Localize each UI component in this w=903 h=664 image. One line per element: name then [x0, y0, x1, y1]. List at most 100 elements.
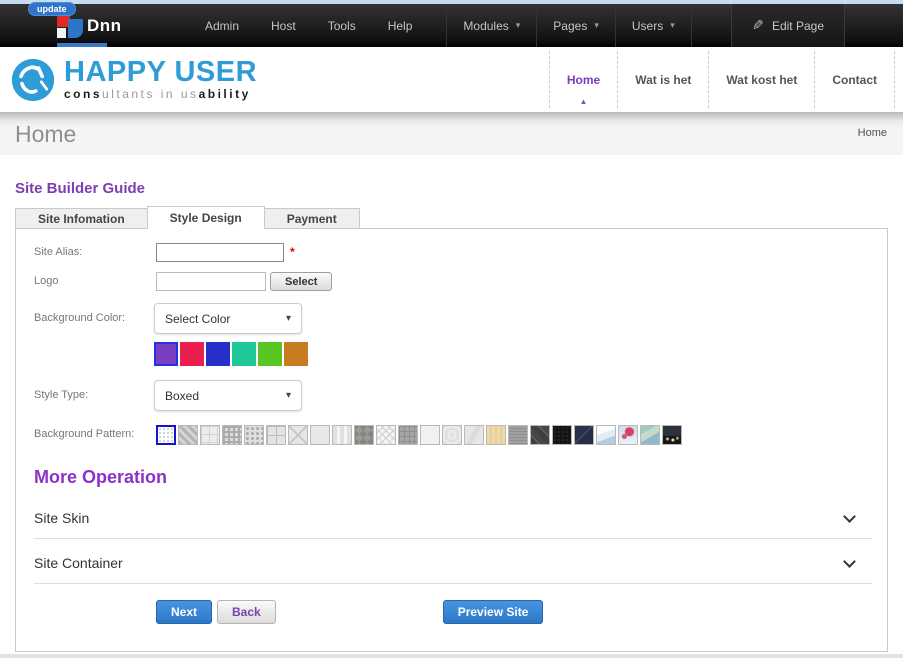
background-color-label: Background Color: [34, 303, 156, 324]
more-operation-title: More Operation [34, 467, 872, 488]
logo-input[interactable] [156, 272, 266, 291]
wizard-panel: Site Alias: * Logo Select Background Col… [15, 228, 888, 652]
admin-menu-item[interactable]: Admin [189, 19, 255, 33]
tab[interactable]: Payment [265, 208, 360, 229]
active-tab-arrow-icon: ▲ [580, 97, 588, 106]
site-alias-row: Site Alias: * [34, 243, 872, 262]
accordion-section[interactable]: Site Container [34, 539, 872, 584]
happy-user-logo[interactable]: HAPPY USER consultants in usability [0, 47, 257, 112]
admin-menu-item[interactable]: Host [255, 19, 312, 33]
nav-item-label: Wat is het [635, 73, 691, 87]
caret-down-icon: ▾ [670, 20, 675, 31]
edit-page-button[interactable]: ✎ Edit Page [731, 4, 845, 47]
nav-item[interactable]: Home ▲ [549, 51, 617, 108]
pattern-tile[interactable] [640, 425, 660, 445]
admin-bar-spacer [692, 4, 731, 47]
nav-item-label: Wat kost het [726, 73, 797, 87]
admin-menu-item[interactable]: Tools [312, 19, 372, 33]
pattern-tile[interactable] [354, 425, 374, 445]
style-type-row: Style Type: Boxed ▾ [34, 380, 872, 411]
logo-select-button[interactable]: Select [270, 272, 332, 291]
breadcrumb[interactable]: Home [858, 127, 887, 139]
pattern-tile[interactable] [178, 425, 198, 445]
pattern-tile[interactable] [574, 425, 594, 445]
color-swatch[interactable] [206, 342, 230, 366]
tab[interactable]: Style Design [147, 206, 265, 229]
caret-down-icon: ▾ [286, 390, 291, 401]
caret-down-icon: ▾ [594, 20, 599, 31]
brand-tagline: consultants in usability [64, 87, 257, 101]
pattern-tile[interactable] [420, 425, 440, 445]
tagline-bold-end: ability [199, 87, 251, 101]
admin-menu-item[interactable]: Help [372, 19, 429, 33]
pattern-tile[interactable] [552, 425, 572, 445]
nav-item[interactable]: Wat kost het [708, 51, 814, 108]
pattern-tile[interactable] [508, 425, 528, 445]
admin-dropdown-label: Pages [553, 19, 587, 33]
admin-dropdown-item[interactable]: Modules ▾ [447, 4, 537, 47]
main-content: Site Builder Guide Site InfomationStyle … [0, 155, 903, 664]
wizard-title: Site Builder Guide [15, 180, 903, 198]
chevron-down-icon [843, 510, 856, 523]
pattern-tile[interactable] [156, 425, 176, 445]
admin-dropdown-label: Users [632, 19, 663, 33]
accordion-section[interactable]: Site Skin [34, 494, 872, 539]
color-swatch[interactable] [258, 342, 282, 366]
caret-down-icon: ▾ [516, 20, 521, 31]
color-swatch[interactable] [284, 342, 308, 366]
pattern-tile[interactable] [596, 425, 616, 445]
tagline-middle: ultants in us [102, 87, 199, 101]
pattern-tile[interactable] [486, 425, 506, 445]
admin-dropdown-item[interactable]: Pages ▾ [537, 4, 616, 47]
site-header: HAPPY USER consultants in usability Home… [0, 47, 903, 112]
admin-control-bar: update Dnn AdminHostToolsHelp Modules ▾ … [0, 4, 903, 48]
pattern-tile[interactable] [530, 425, 550, 445]
pattern-tile[interactable] [332, 425, 352, 445]
pattern-tile[interactable] [662, 425, 682, 445]
nav-item[interactable]: Contact [814, 51, 895, 108]
pattern-tile[interactable] [310, 425, 330, 445]
background-color-row: Background Color: Select Color ▾ [34, 303, 872, 334]
dnn-logo-text: Dnn [87, 16, 122, 36]
logo-row: Logo Select [34, 272, 872, 291]
update-badge[interactable]: update [28, 2, 76, 16]
pattern-tile[interactable] [442, 425, 462, 445]
pattern-tile[interactable] [464, 425, 484, 445]
pattern-tile[interactable] [288, 425, 308, 445]
page-title: Home [15, 121, 76, 148]
logo-label: Logo [34, 272, 156, 287]
pattern-tile[interactable] [266, 425, 286, 445]
pattern-tile[interactable] [376, 425, 396, 445]
site-alias-label: Site Alias: [34, 243, 156, 258]
color-swatch-row [154, 342, 872, 366]
page-bottom-strip [0, 654, 903, 658]
color-swatch[interactable] [180, 342, 204, 366]
background-pattern-label: Background Pattern: [34, 425, 156, 445]
admin-dropdown-item[interactable]: Users ▾ [616, 4, 692, 47]
brand-title: HAPPY USER [64, 58, 257, 86]
admin-dropdown-label: Modules [463, 19, 508, 33]
site-alias-input[interactable] [156, 243, 284, 262]
dnn-logo[interactable]: update Dnn [0, 4, 175, 47]
back-button[interactable]: Back [217, 600, 276, 624]
pattern-tile[interactable] [200, 425, 220, 445]
pattern-tile[interactable] [398, 425, 418, 445]
tagline-bold-start: cons [64, 87, 102, 101]
style-type-dropdown[interactable]: Boxed ▾ [154, 380, 302, 411]
pattern-tile[interactable] [222, 425, 242, 445]
pattern-tile[interactable] [618, 425, 638, 445]
pattern-tile[interactable] [244, 425, 264, 445]
color-swatch[interactable] [232, 342, 256, 366]
pattern-strip [156, 425, 682, 445]
caret-down-icon: ▾ [286, 313, 291, 324]
nav-item[interactable]: Wat is het [617, 51, 708, 108]
nav-item-label: Home [567, 73, 600, 87]
color-swatch[interactable] [154, 342, 178, 366]
next-button[interactable]: Next [156, 600, 212, 624]
pencil-icon: ✎ [752, 17, 764, 34]
preview-site-button[interactable]: Preview Site [443, 600, 544, 624]
tab[interactable]: Site Infomation [15, 208, 147, 229]
accordion-section-label: Site Container [34, 555, 123, 571]
background-color-dropdown[interactable]: Select Color ▾ [154, 303, 302, 334]
accordion-section-label: Site Skin [34, 510, 89, 526]
